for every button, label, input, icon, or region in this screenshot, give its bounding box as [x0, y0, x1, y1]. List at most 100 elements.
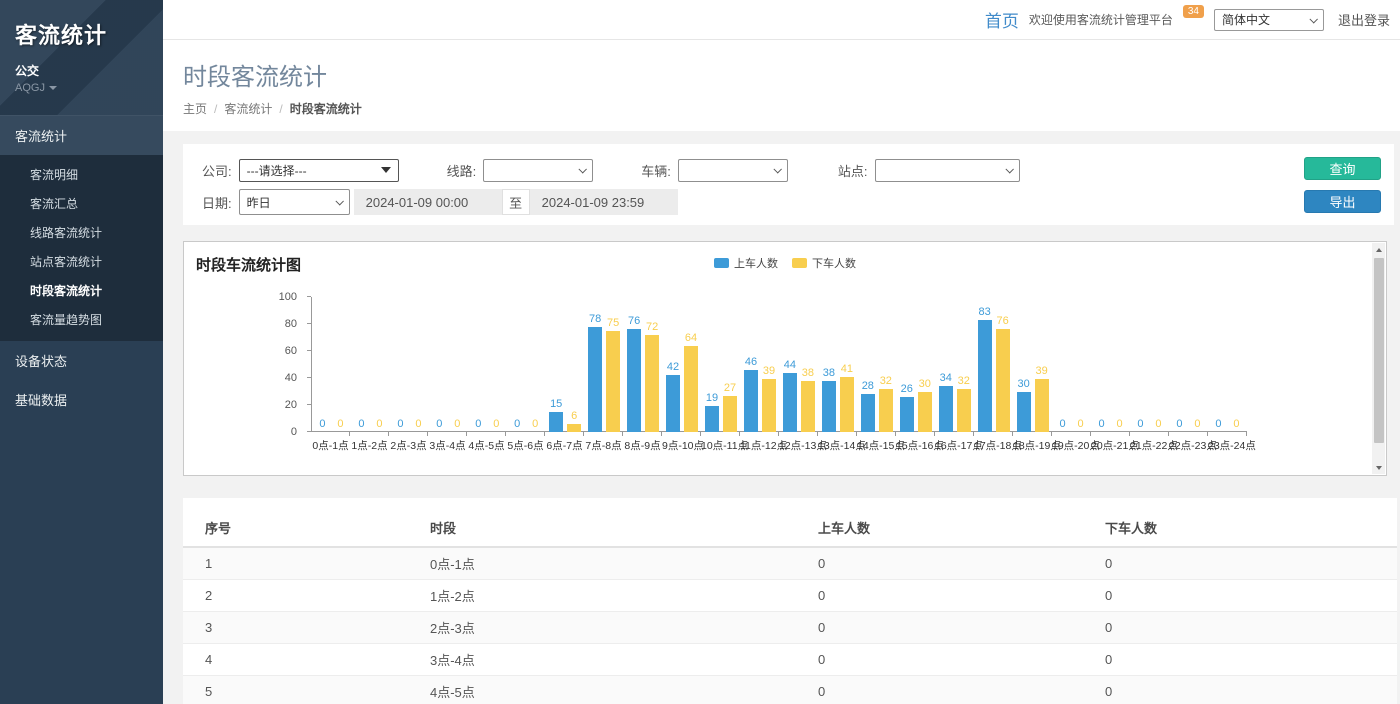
date-preset-value: 昨日	[247, 194, 271, 211]
bar-alighting: 32	[957, 375, 971, 432]
x-tick-mark	[1013, 432, 1052, 436]
language-select-value: 简体中文	[1222, 11, 1270, 28]
line-select[interactable]	[483, 159, 593, 182]
bar-value-label: 32	[880, 375, 892, 387]
x-axis-label: 8点-9点	[623, 438, 662, 453]
x-axis-label: 18点-19点	[1013, 438, 1052, 453]
scrollbar-thumb[interactable]	[1374, 258, 1384, 443]
bar-alighting: 0	[528, 418, 542, 432]
bar-value-label: 0	[1060, 418, 1066, 430]
bar-value-label: 46	[745, 356, 757, 368]
table-cell: 1点-2点	[408, 580, 796, 612]
bar-alighting: 41	[840, 363, 854, 432]
scroll-up-icon[interactable]	[1372, 243, 1385, 256]
x-axis-label: 17点-18点	[974, 438, 1013, 453]
filter-panel: 公司: ---请选择--- 线路: 车辆: 站点:	[183, 144, 1394, 225]
x-tick-mark	[584, 432, 623, 436]
x-tick-mark	[467, 432, 506, 436]
bar-value-label: 0	[1078, 418, 1084, 430]
main-area: 首页 欢迎使用客流统计管理平台 34 简体中文 退出登录 时段客流统计 主页/客…	[163, 0, 1400, 704]
bar-boarding: 0	[1133, 418, 1147, 432]
table-cell: 4点-5点	[408, 676, 796, 704]
x-axis-label: 14点-15点	[857, 438, 896, 453]
bar-rect	[744, 370, 758, 432]
bar-alighting: 64	[684, 332, 698, 432]
bar-rect	[822, 381, 836, 432]
vehicle-label: 车辆:	[641, 161, 671, 180]
bar-boarding: 0	[510, 418, 524, 432]
chart-category: 00	[507, 297, 546, 432]
sidebar-section-设备状态[interactable]: 设备状态	[0, 341, 163, 380]
breadcrumb-separator: /	[279, 102, 282, 116]
filter-row-2: 日期: 昨日 2024-01-09 00:00 至 2024-01-09 23:…	[202, 189, 1264, 215]
x-axis-label-text: 4点-5点	[468, 440, 504, 452]
chart-category: 00	[1169, 297, 1208, 432]
x-tick-mark	[662, 432, 701, 436]
chart-category: 00	[1091, 297, 1130, 432]
table-cell: 0	[1083, 676, 1397, 704]
bar-rect	[1035, 379, 1049, 432]
breadcrumb-item-主页[interactable]: 主页	[183, 100, 207, 117]
sidebar-item-客流量趋势图[interactable]: 客流量趋势图	[0, 305, 163, 334]
export-button[interactable]: 导出	[1304, 190, 1381, 213]
x-tick-mark	[1169, 432, 1208, 436]
x-axis-label: 11点-12点	[740, 438, 779, 453]
x-axis-label: 1点-2点	[350, 438, 389, 453]
legend-alighting[interactable]: 下车人数	[792, 255, 856, 271]
chart-x-ticks	[311, 432, 1247, 436]
org-code-label: AQGJ	[15, 82, 45, 94]
chevron-down-icon	[335, 197, 343, 205]
chart-x-axis-labels: 0点-1点1点-2点2点-3点3点-4点4点-5点5点-6点6点-7点7点-8点…	[311, 438, 1247, 453]
company-select[interactable]: ---请选择---	[239, 159, 399, 182]
bar-boarding: 0	[354, 418, 368, 432]
notification-badge[interactable]: 34	[1183, 5, 1204, 18]
chart-vertical-scrollbar[interactable]	[1372, 243, 1385, 474]
bar-alighting: 0	[411, 418, 425, 432]
content: 公司: ---请选择--- 线路: 车辆: 站点:	[163, 131, 1400, 704]
logout-link[interactable]: 退出登录	[1338, 10, 1390, 29]
bar-boarding: 0	[1056, 418, 1070, 432]
breadcrumb-item-时段客流统计: 时段客流统计	[290, 100, 362, 117]
x-axis-label-text: 9点-10点	[662, 440, 704, 452]
bar-value-label: 28	[862, 380, 874, 392]
filter-row-1: 公司: ---请选择--- 线路: 车辆: 站点:	[202, 158, 1264, 182]
org-code-dropdown[interactable]: AQGJ	[15, 82, 148, 94]
sidebar-item-客流汇总[interactable]: 客流汇总	[0, 189, 163, 218]
chart-category: 00	[1208, 297, 1247, 432]
x-axis-label: 12点-13点	[779, 438, 818, 453]
legend-boarding[interactable]: 上车人数	[714, 255, 778, 271]
x-axis-label: 23点-24点	[1208, 438, 1247, 453]
sidebar-item-时段客流统计[interactable]: 时段客流统计	[0, 276, 163, 305]
chart-category: 00	[1052, 297, 1091, 432]
x-axis-label: 0点-1点	[311, 438, 350, 453]
x-axis-label-text: 1点-2点	[351, 440, 387, 452]
sidebar-item-客流明细[interactable]: 客流明细	[0, 160, 163, 189]
table-cell: 0	[796, 547, 1083, 580]
station-select[interactable]	[875, 159, 1020, 182]
query-button[interactable]: 查询	[1304, 157, 1381, 180]
bar-value-label: 39	[763, 365, 775, 377]
sidebar-section-客流统计[interactable]: 客流统计	[0, 115, 163, 155]
bar-value-label: 0	[397, 418, 403, 430]
bar-boarding: 0	[315, 418, 329, 432]
date-from-input[interactable]: 2024-01-09 00:00	[354, 189, 502, 215]
breadcrumb-item-客流统计[interactable]: 客流统计	[224, 100, 272, 117]
bar-value-label: 0	[532, 418, 538, 430]
chart-category: 28 32	[857, 297, 896, 432]
chart-panel: 时段车流统计图 上车人数 下车人数 020406080100 000000000…	[183, 241, 1387, 476]
scroll-down-icon[interactable]	[1372, 461, 1385, 474]
date-to-input[interactable]: 2024-01-09 23:59	[530, 189, 678, 215]
x-axis-label: 19点-20点	[1052, 438, 1091, 453]
bar-alighting: 0	[333, 418, 347, 432]
bar-value-label: 0	[1233, 418, 1239, 430]
home-link[interactable]: 首页	[985, 7, 1019, 32]
sidebar-section-基础数据[interactable]: 基础数据	[0, 380, 163, 419]
vehicle-select[interactable]	[678, 159, 788, 182]
chart-category: 1927	[702, 297, 741, 432]
bar-alighting: 0	[1113, 418, 1127, 432]
language-select[interactable]: 简体中文	[1214, 9, 1324, 31]
bar-value-label: 64	[685, 332, 697, 344]
sidebar-item-线路客流统计[interactable]: 线路客流统计	[0, 218, 163, 247]
sidebar-item-站点客流统计[interactable]: 站点客流统计	[0, 247, 163, 276]
date-preset-select[interactable]: 昨日	[239, 189, 350, 215]
